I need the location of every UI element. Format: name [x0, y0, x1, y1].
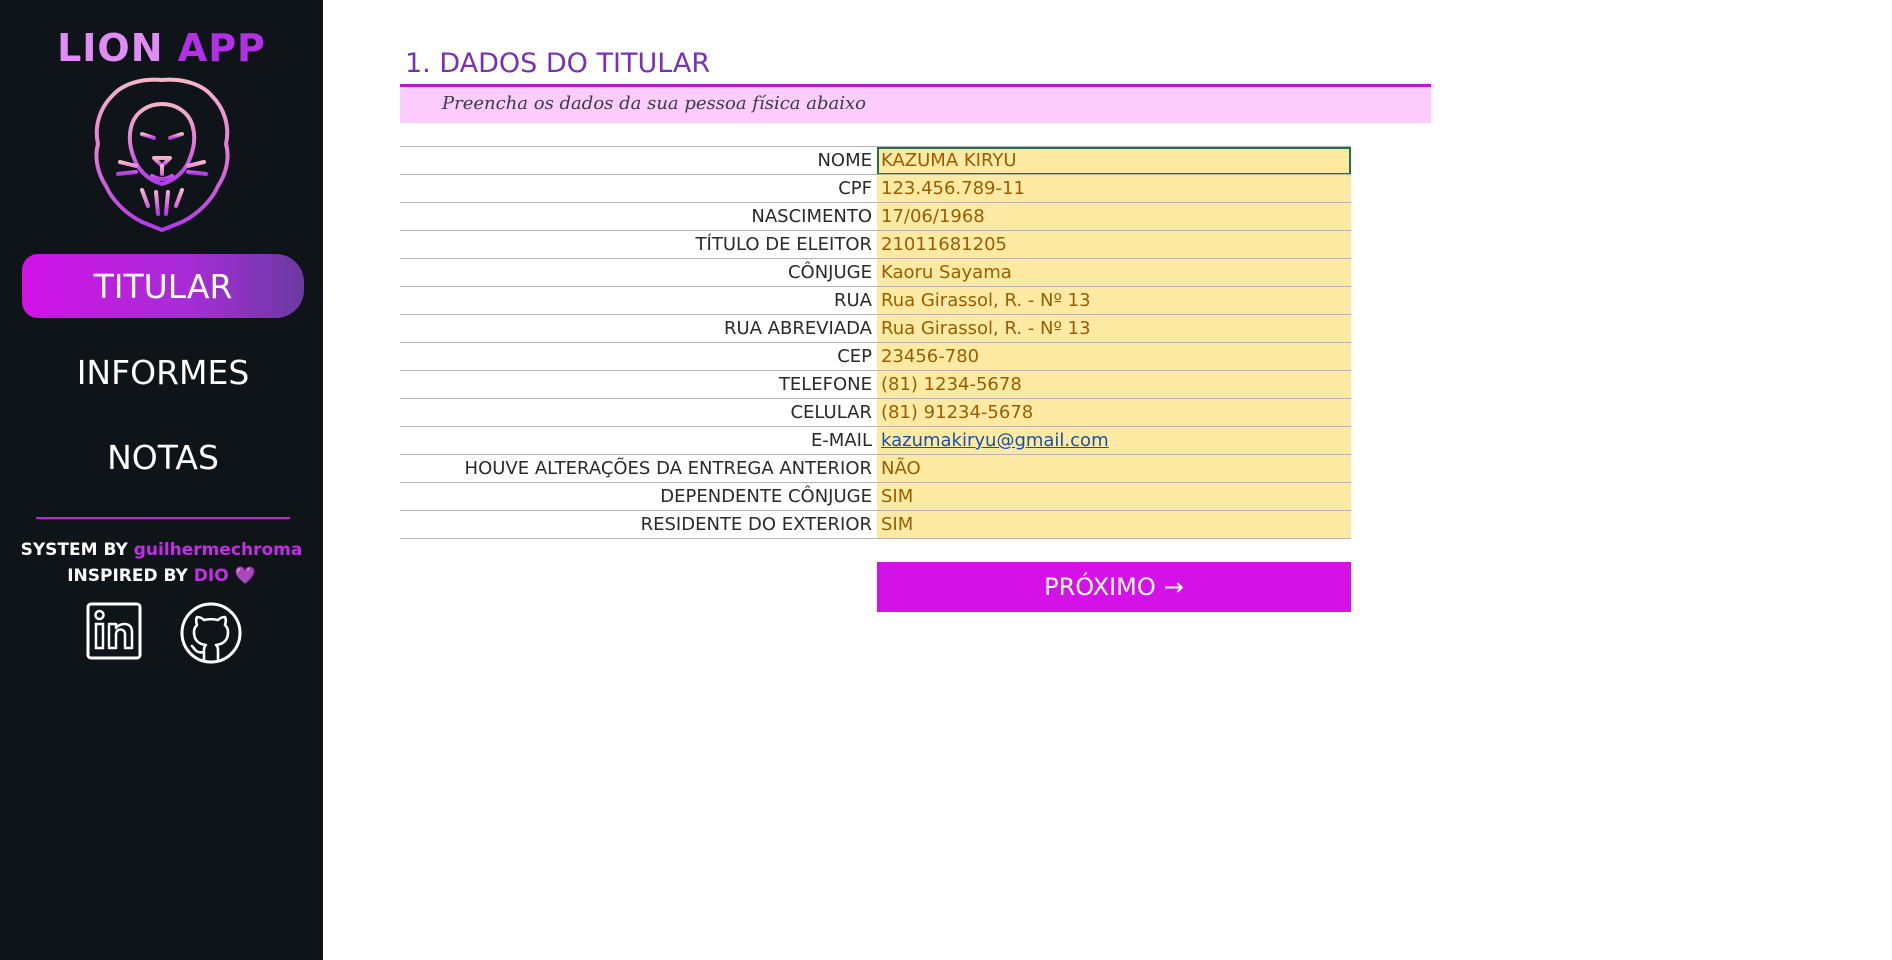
sidebar-divider — [36, 517, 290, 519]
field-value-rua[interactable]: Rua Girassol, R. - Nº 13 — [877, 287, 1351, 315]
field-row-celular: CELULAR (81) 91234-5678 — [400, 398, 1351, 427]
linkedin-icon[interactable] — [86, 602, 142, 660]
author-link[interactable]: guilhermechroma — [134, 540, 303, 560]
system-by-text: SYSTEM BY — [20, 540, 128, 560]
field-label: TÍTULO DE ELEITOR — [695, 234, 872, 255]
field-label: E-MAIL — [810, 430, 872, 451]
field-row-telefone: TELEFONE (81) 1234-5678 — [400, 370, 1351, 399]
nav-informes-label: INFORMES — [76, 352, 250, 392]
inspired-by-credit: INSPIRED BY DIO 💜 — [0, 566, 323, 586]
field-value-conjuge[interactable]: Kaoru Sayama — [877, 259, 1351, 287]
field-row-residente-exterior: RESIDENTE DO EXTERIOR SIM — [400, 510, 1351, 539]
field-label: TELEFONE — [778, 374, 872, 395]
field-label: CEP — [837, 346, 872, 367]
field-value-nome[interactable]: KAZUMA KIRYU — [877, 147, 1351, 175]
field-label: CELULAR — [790, 402, 872, 423]
heart-icon: 💜 — [234, 566, 256, 586]
field-row-email: E-MAIL kazumakiryu@gmail.com — [400, 426, 1351, 455]
form-bottom-border — [400, 538, 1351, 539]
field-value-email[interactable]: kazumakiryu@gmail.com — [877, 427, 1351, 455]
app-logo-text: LION APP — [0, 26, 323, 70]
field-value-celular[interactable]: (81) 91234-5678 — [877, 399, 1351, 427]
page-title: 1. DADOS DO TITULAR — [405, 48, 711, 79]
field-value-titulo-eleitor[interactable]: 21011681205 — [877, 231, 1351, 259]
field-value-nascimento[interactable]: 17/06/1968 — [877, 203, 1351, 231]
field-value-telefone[interactable]: (81) 1234-5678 — [877, 371, 1351, 399]
field-label: RUA — [834, 290, 872, 311]
brand-part1: LION — [57, 26, 164, 70]
field-label: CPF — [838, 178, 872, 199]
brand-part2: APP — [177, 26, 266, 70]
field-value-cep[interactable]: 23456-780 — [877, 343, 1351, 371]
lion-logo-icon — [94, 77, 230, 232]
field-row-dependente-conjuge: DEPENDENTE CÔNJUGE SIM — [400, 482, 1351, 511]
field-row-alteracoes: HOUVE ALTERAÇÕES DA ENTREGA ANTERIOR NÃO — [400, 454, 1351, 483]
field-value-dependente-conjuge[interactable]: SIM — [877, 483, 1351, 511]
field-row-nascimento: NASCIMENTO 17/06/1968 — [400, 202, 1351, 231]
field-label: DEPENDENTE CÔNJUGE — [660, 486, 872, 507]
nav-notas[interactable]: NOTAS — [22, 425, 304, 489]
nav-notas-label: NOTAS — [107, 437, 219, 477]
nav-titular[interactable]: TITULAR — [22, 254, 304, 318]
field-row-rua: RUA Rua Girassol, R. - Nº 13 — [400, 286, 1351, 315]
page-subtitle: Preencha os dados da sua pessoa física a… — [442, 93, 866, 114]
field-value-residente-exterior[interactable]: SIM — [877, 511, 1351, 539]
field-label: RESIDENTE DO EXTERIOR — [640, 514, 872, 535]
next-button[interactable]: PRÓXIMO → — [877, 562, 1351, 612]
field-value-cpf[interactable]: 123.456.789-11 — [877, 175, 1351, 203]
field-row-cep: CEP 23456-780 — [400, 342, 1351, 371]
field-value-alteracoes[interactable]: NÃO — [877, 455, 1351, 483]
next-button-label: PRÓXIMO — [1044, 573, 1156, 601]
field-label: RUA ABREVIADA — [723, 318, 872, 339]
sidebar: LION APP TITULAR INFORMES NOTAS SYSTEM B… — [0, 0, 323, 960]
system-by-credit: SYSTEM BY guilhermechroma — [0, 540, 323, 560]
field-row-nome: NOME KAZUMA KIRYU — [400, 146, 1351, 175]
field-row-titulo-eleitor: TÍTULO DE ELEITOR 21011681205 — [400, 230, 1351, 259]
field-label: HOUVE ALTERAÇÕES DA ENTREGA ANTERIOR — [464, 458, 872, 479]
nav-titular-label: TITULAR — [93, 266, 233, 306]
field-row-conjuge: CÔNJUGE Kaoru Sayama — [400, 258, 1351, 287]
dio-link[interactable]: DIO — [194, 566, 229, 586]
field-label: NOME — [817, 150, 872, 171]
field-label: NASCIMENTO — [751, 206, 872, 227]
field-row-rua-abreviada: RUA ABREVIADA Rua Girassol, R. - Nº 13 — [400, 314, 1351, 343]
github-icon[interactable] — [180, 602, 242, 664]
field-row-cpf: CPF 123.456.789-11 — [400, 174, 1351, 203]
field-label: CÔNJUGE — [787, 262, 872, 283]
arrow-right-icon: → — [1163, 573, 1184, 601]
nav-informes[interactable]: INFORMES — [22, 340, 304, 404]
field-value-rua-abreviada[interactable]: Rua Girassol, R. - Nº 13 — [877, 315, 1351, 343]
inspired-by-text: INSPIRED BY — [67, 566, 188, 586]
